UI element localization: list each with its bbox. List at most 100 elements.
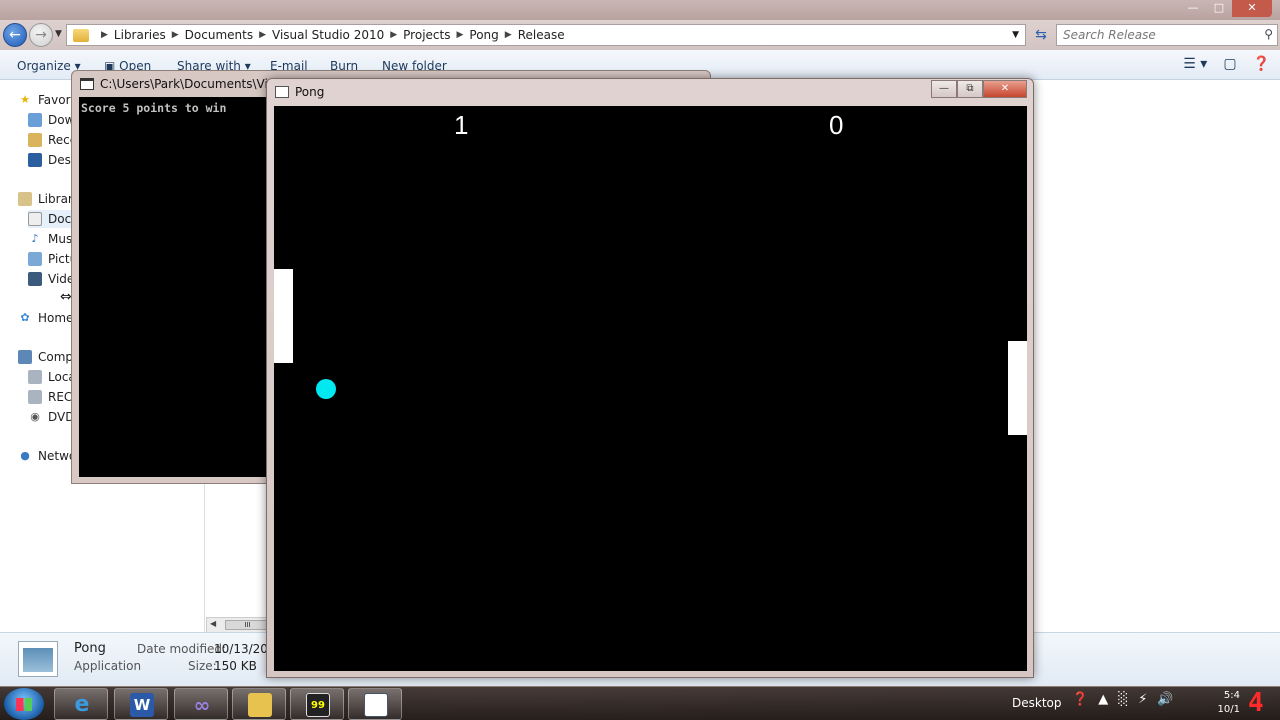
- nav-homegroup-label: Home: [38, 311, 74, 325]
- pong-window[interactable]: Pong — ⧉ ✕ 1 0: [266, 78, 1034, 678]
- address-box[interactable]: ▶ Libraries ▶ Documents ▶ Visual Studio …: [66, 24, 1026, 46]
- details-size-label: Size:: [188, 659, 217, 673]
- taskbar-word[interactable]: W: [114, 688, 168, 720]
- clock-time: 5:4: [1223, 690, 1240, 701]
- breadcrumb-chevron-icon[interactable]: ▶: [259, 30, 266, 40]
- videos-icon: [28, 272, 42, 286]
- desktop-toolbar-label[interactable]: Desktop: [1012, 696, 1062, 710]
- breadcrumb-projects[interactable]: Projects: [403, 28, 450, 42]
- search-input[interactable]: Search Release ⚲: [1056, 24, 1278, 46]
- forward-button[interactable]: →: [29, 23, 53, 47]
- volume-icon[interactable]: 🔊: [1157, 692, 1173, 707]
- pong-title-text: Pong: [295, 85, 325, 99]
- nav-pictures[interactable]: Pictu: [28, 250, 77, 268]
- nav-local-disk[interactable]: Loca: [28, 368, 76, 386]
- downloads-icon: [28, 113, 42, 127]
- pong-app-icon: [364, 693, 388, 717]
- game-canvas[interactable]: 1 0: [274, 106, 1027, 671]
- start-button[interactable]: [4, 688, 44, 720]
- nav-music-label: Mus: [48, 232, 73, 246]
- breadcrumb-pong[interactable]: Pong: [469, 28, 498, 42]
- folder-icon: [248, 693, 272, 717]
- breadcrumb-libraries[interactable]: Libraries: [114, 28, 166, 42]
- clock-date: 10/1: [1217, 704, 1240, 715]
- breadcrumb-visual-studio[interactable]: Visual Studio 2010: [272, 28, 384, 42]
- resize-cursor-icon: ⇔: [60, 289, 72, 305]
- power-icon[interactable]: ⚡: [1138, 692, 1147, 707]
- pong-window-controls: — ⧉ ✕: [931, 80, 1027, 98]
- pong-restore-button[interactable]: ⧉: [957, 80, 983, 98]
- breadcrumb-chevron-icon[interactable]: ▶: [456, 30, 463, 40]
- console-title-text: C:\Users\Park\Documents\Visual: [100, 77, 293, 91]
- explorer-maximize-button[interactable]: □: [1206, 0, 1232, 17]
- dvd-drive-icon: ◉: [30, 410, 40, 423]
- nav-libraries[interactable]: Librari: [18, 190, 76, 208]
- details-file-type: Application: [74, 659, 142, 673]
- computer-icon: [18, 350, 32, 364]
- refresh-icon[interactable]: ⇆: [1030, 24, 1052, 46]
- breadcrumb-documents[interactable]: Documents: [185, 28, 253, 42]
- details-size-value: 150 KB: [214, 659, 257, 673]
- pong-minimize-button[interactable]: —: [931, 80, 957, 98]
- right-paddle: [1008, 341, 1027, 435]
- nav-music[interactable]: ♪ Mus: [28, 230, 72, 248]
- nav-downloads[interactable]: Dow: [28, 111, 74, 129]
- nav-computer[interactable]: Comp: [18, 348, 73, 366]
- nav-videos[interactable]: Vide: [28, 270, 74, 288]
- show-hidden-icons-icon[interactable]: ▲: [1098, 692, 1108, 707]
- breadcrumb-chevron-icon[interactable]: ▶: [390, 30, 397, 40]
- pong-close-button[interactable]: ✕: [983, 80, 1027, 98]
- scroll-left-icon[interactable]: ◀: [210, 619, 216, 628]
- explorer-minimize-button[interactable]: —: [1180, 0, 1206, 17]
- visual-studio-icon: ∞: [193, 693, 211, 717]
- back-button[interactable]: ←: [3, 23, 27, 47]
- nav-computer-label: Comp: [38, 350, 74, 364]
- taskbar-visual-studio[interactable]: ∞: [174, 688, 228, 720]
- pong-titlebar[interactable]: Pong: [275, 85, 324, 99]
- address-bar-row: ← → ▼ ▶ Libraries ▶ Documents ▶ Visual S…: [0, 20, 1280, 50]
- console-icon: 99: [306, 693, 330, 717]
- nav-homegroup[interactable]: ✿ Home: [18, 309, 73, 327]
- console-icon: [80, 78, 94, 90]
- documents-icon: [28, 212, 42, 226]
- signal-icon[interactable]: ░: [1118, 692, 1128, 707]
- clock[interactable]: 5:4 10/1: [1210, 689, 1240, 717]
- folder-icon: [73, 28, 89, 42]
- help-icon[interactable]: ❓: [1253, 56, 1270, 72]
- breadcrumb-chevron-icon[interactable]: ▶: [172, 30, 179, 40]
- taskbar-pong[interactable]: [348, 688, 402, 720]
- preview-pane-icon[interactable]: ▢: [1223, 56, 1236, 72]
- nav-dvd[interactable]: ◉ DVD: [28, 408, 74, 426]
- organize-menu[interactable]: Organize ▾: [17, 59, 81, 73]
- nav-favorites[interactable]: ★ Favori: [18, 91, 74, 109]
- nav-recovery[interactable]: REC: [28, 388, 72, 406]
- breadcrumb-chevron-icon[interactable]: ▶: [101, 30, 108, 40]
- nav-recovery-label: REC: [48, 390, 73, 404]
- hard-drive-icon: [28, 390, 42, 404]
- nav-network[interactable]: ● Netwo: [18, 447, 76, 465]
- organize-label: Organize: [17, 59, 71, 73]
- taskbar-console[interactable]: 99: [290, 688, 344, 720]
- explorer-close-button[interactable]: ✕: [1232, 0, 1272, 17]
- internet-explorer-icon: e: [74, 692, 90, 717]
- ball: [316, 379, 336, 399]
- taskbar-internet-explorer[interactable]: e: [54, 688, 108, 720]
- console-titlebar[interactable]: C:\Users\Park\Documents\Visual: [80, 77, 292, 91]
- search-icon[interactable]: ⚲: [1264, 27, 1273, 41]
- scrollbar-thumb[interactable]: III: [225, 620, 270, 630]
- breadcrumb-chevron-icon[interactable]: ▶: [505, 30, 512, 40]
- taskbar: e W ∞ 99 Desktop ❓ ▲ ░ ⚡ 🔊 5:4 10/1: [0, 686, 1280, 720]
- action-center-icon[interactable]: ❓: [1072, 692, 1088, 707]
- explorer-window-controls: — □ ✕: [1180, 0, 1272, 17]
- change-view-icon[interactable]: ☰ ▾: [1183, 56, 1207, 72]
- explorer-titlebar: — □ ✕: [0, 0, 1280, 20]
- search-placeholder: Search Release: [1063, 28, 1156, 42]
- recent-pages-dropdown-icon[interactable]: ▼: [55, 29, 62, 39]
- breadcrumb-release[interactable]: Release: [518, 28, 565, 42]
- taskbar-explorer[interactable]: [232, 688, 286, 720]
- recent-places-icon: [28, 133, 42, 147]
- address-dropdown-icon[interactable]: ▼: [1012, 30, 1019, 40]
- view-controls: ☰ ▾ ▢ ❓: [1183, 56, 1270, 72]
- pong-app-icon: [275, 86, 289, 98]
- nav-recent[interactable]: Rece: [28, 131, 77, 149]
